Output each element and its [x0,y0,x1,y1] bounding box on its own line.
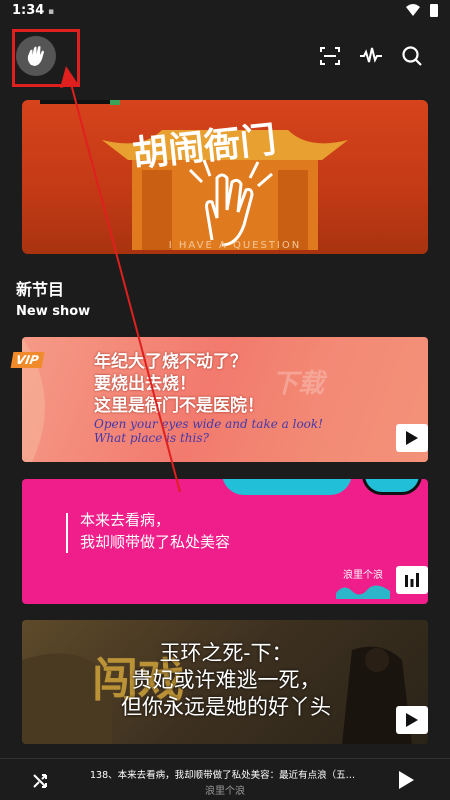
equalizer-icon [405,573,419,587]
show-card[interactable]: 年纪大了烧不动了？ 要烧出去烧！ 这里是衙门不是医院！ Open your ey… [22,337,428,462]
vip-badge: VIP [10,352,44,368]
card-accent-bar [66,513,68,553]
equalizer-button[interactable] [396,566,428,594]
player-title: 138、本来去看病，我却顺带做了私处美容：最近有点浪（五… [90,770,356,781]
search-icon[interactable] [400,44,424,68]
card-decoration [362,479,422,495]
card-line: 本来去看病， [80,511,171,529]
notification-icon: ▪ [48,7,55,17]
status-time: 1:34 [12,3,45,18]
card-line: 贵妃或许难逃一死， [131,668,321,692]
watermark: 下载 [272,369,325,399]
play-icon [406,713,418,727]
card-line-en: Open your eyes wide and take a look! [94,417,324,431]
banner-indicator-dot [110,100,120,105]
card-line: 但你永远是她的好丫头 [121,695,331,719]
show-card[interactable]: 本来去看病， 我却顺带做了私处美容 浪里个浪 [22,479,428,604]
banner-subtitle: I HAVE A QUESTION [168,240,302,251]
play-button[interactable] [396,424,428,452]
play-icon [406,431,418,445]
card-title: 玉环之死-下： 贵妃或许难逃一死， 但你永远是她的好丫头 [86,640,366,721]
banner[interactable]: 胡闹衙门 I HAVE A QUESTION [22,100,428,254]
card-title: 本来去看病， 我却顺带做了私处美容 [80,509,230,553]
banner-indicator [40,100,110,104]
card-line: 年纪大了烧不动了？ [94,352,247,372]
section-header: 新节目 New show [16,276,90,319]
waveform-icon[interactable] [359,44,383,68]
wifi-icon [406,4,420,16]
play-button[interactable] [396,706,428,734]
podcast-logo: 浪里个浪 [336,566,390,600]
card-decoration [222,479,352,495]
shuffle-icon[interactable] [32,771,50,789]
card-title: 年纪大了烧不动了？ 要烧出去烧！ 这里是衙门不是医院！ [94,351,264,417]
card-subtitle-en: Open your eyes wide and take a look! Wha… [94,417,323,445]
highlight-box [12,29,80,87]
play-icon[interactable] [398,771,414,789]
podcast-logo-text: 浪里个浪 [343,570,383,581]
card-line-en: What place is this? [94,431,209,445]
card-line: 这里是衙门不是医院！ [94,396,264,416]
battery-icon [430,4,438,17]
scan-icon[interactable] [318,44,342,68]
app-bar [0,22,450,88]
show-card[interactable]: 闯戏 玉环之死-下： 贵妃或许难逃一死， 但你永远是她的好丫头 [22,620,428,744]
mini-player[interactable]: 138、本来去看病，我却顺带做了私处美容：最近有点浪（五… 浪里个浪 [0,758,450,800]
status-bar: 1:34 ▪ [0,0,450,22]
card-line: 我却顺带做了私处美容 [80,533,231,551]
section-title-en: New show [16,304,91,319]
card-line: 玉环之死-下： [159,641,293,665]
player-subtitle: 浪里个浪 [205,786,245,797]
card-line: 要烧出去烧！ [94,374,196,394]
section-title-zh: 新节目 [16,280,65,299]
